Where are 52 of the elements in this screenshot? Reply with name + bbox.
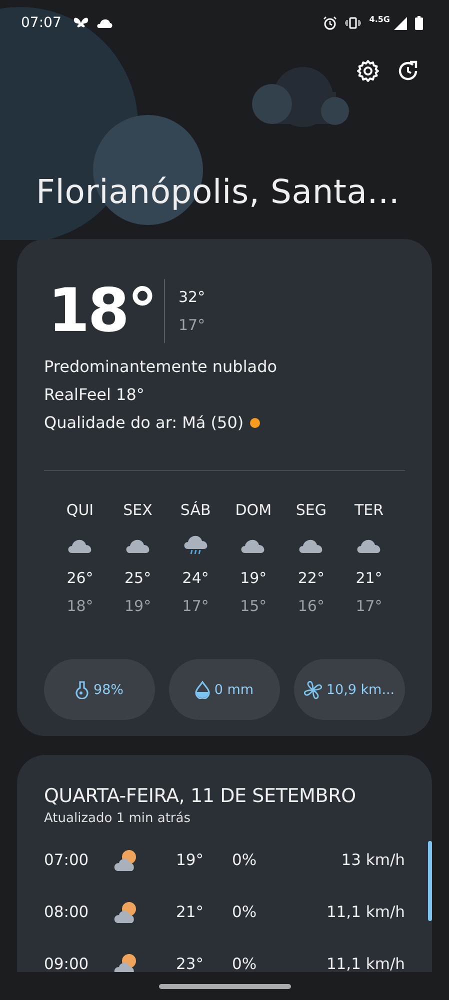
day-high: 22° <box>298 569 324 587</box>
date-heading: QUARTA-FEIRA, 11 DE SETEMBRO <box>44 785 357 807</box>
day-label: SEX <box>123 501 152 521</box>
updated-text: Atualizado 1 min atrás <box>44 811 192 826</box>
day-label: SEG <box>296 501 326 521</box>
hour-wind: 11,1 km/h <box>325 955 405 973</box>
hour-time: 07:00 <box>44 851 90 869</box>
signal-icon <box>394 16 407 30</box>
day-low: 16° <box>298 597 324 615</box>
air-quality-text: Qualidade do ar: Má (50) <box>44 412 244 434</box>
current-temperature: 18° <box>48 279 164 343</box>
day-low: 17° <box>356 597 382 615</box>
low-temperature: 17° <box>178 316 206 334</box>
day-low: 15° <box>240 597 267 615</box>
vibrate-icon <box>345 17 362 29</box>
day-label: TER <box>354 501 384 521</box>
hour-temperature: 23° <box>176 955 204 973</box>
day-high: 26° <box>66 569 94 587</box>
location-title: Florianópolis, Santa... <box>36 172 401 212</box>
day-low: 18° <box>66 597 94 615</box>
condition-text: Predominantemente nublado <box>44 356 278 378</box>
home-indicator[interactable] <box>158 984 290 988</box>
hour-precipitation: 0% <box>232 851 258 869</box>
day-low: 19° <box>124 597 152 615</box>
high-temperature: 32° <box>178 288 206 306</box>
alarm-icon <box>323 16 338 30</box>
stat-value: 10,9 km... <box>326 682 395 698</box>
cloud-icon <box>97 18 114 28</box>
day-high: 21° <box>356 569 382 587</box>
hour-time: 09:00 <box>44 955 90 973</box>
day-high: 19° <box>240 569 267 587</box>
butterfly-icon <box>73 17 90 29</box>
stat-value: 0 mm <box>214 682 254 698</box>
stat-value: 98% <box>93 682 124 698</box>
network-type: 4.5G <box>369 15 390 24</box>
day-high: 25° <box>124 569 152 587</box>
hour-temperature: 19° <box>176 851 204 869</box>
hour-wind: 11,1 km/h <box>325 903 405 921</box>
day-label: SÁB <box>180 501 211 521</box>
status-time: 07:07 <box>21 15 62 31</box>
realfeel-text: RealFeel 18° <box>44 384 146 406</box>
battery-icon <box>415 16 423 30</box>
day-label: DOM <box>235 501 272 521</box>
hour-time: 08:00 <box>44 903 90 921</box>
hour-precipitation: 0% <box>232 903 258 921</box>
settings-button[interactable] <box>355 58 381 84</box>
day-low: 17° <box>182 597 209 615</box>
hour-precipitation: 0% <box>232 955 258 973</box>
hour-wind: 13 km/h <box>340 851 405 869</box>
hour-temperature: 21° <box>176 903 204 921</box>
day-high: 24° <box>182 569 209 587</box>
day-label: QUI <box>66 501 94 521</box>
